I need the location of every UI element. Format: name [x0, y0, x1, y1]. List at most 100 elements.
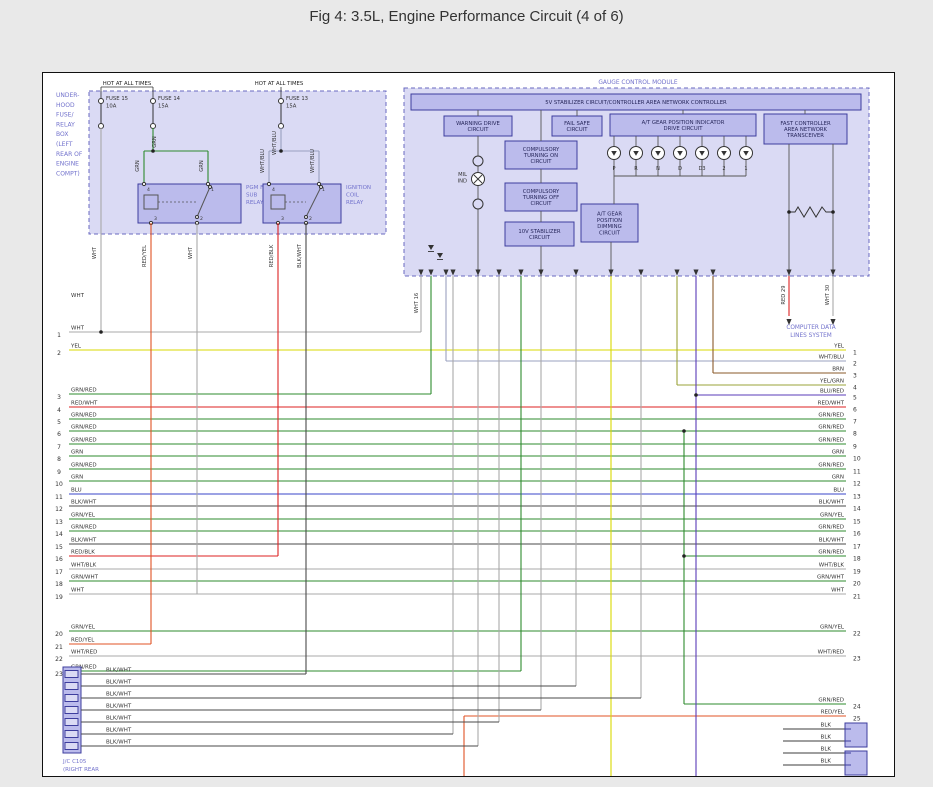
- right-pin-number: 15: [853, 519, 861, 526]
- left-pin-number: 5: [57, 419, 61, 426]
- relay-pin-number: 3: [154, 216, 157, 222]
- right-pin-number: 11: [853, 469, 861, 476]
- computer-data-lines-label: LINES SYSTEM: [790, 333, 832, 339]
- left-pin-number: 9: [57, 469, 61, 476]
- left-pin-number: 1: [57, 332, 61, 339]
- wire-label: GRN/RED: [71, 463, 97, 469]
- fusebox-title: HOOD: [56, 102, 75, 109]
- fuse-terminal-icon: [99, 124, 104, 129]
- relay-pin-number: 2: [309, 216, 312, 222]
- right-pin-number: 23: [853, 656, 861, 663]
- hot-at-all-times-label: HOT AT ALL TIMES: [103, 81, 152, 87]
- junction-dot: [831, 210, 835, 214]
- wire-label: GRN/YEL: [71, 513, 96, 519]
- fusebox-title: BOX: [56, 131, 68, 138]
- wire-label: RED/BLK: [71, 550, 95, 556]
- left-pin-number: 7: [57, 444, 61, 451]
- fuse-rating: 10A: [106, 104, 117, 110]
- wire-label: GRN/RED: [818, 550, 844, 556]
- wire-label: WHT/BLK: [71, 563, 97, 569]
- left-pin-number: 23: [55, 671, 63, 678]
- left-pin-number: 13: [55, 519, 63, 526]
- right-pin-number: 21: [853, 594, 861, 601]
- right-pin-number: 18: [853, 556, 861, 563]
- fast-controller-label: FAST CONTROLLER: [780, 121, 831, 127]
- fusebox-title: REAR OF: [56, 151, 83, 158]
- junction-dot: [682, 554, 686, 558]
- left-pin-number: 2: [57, 350, 61, 357]
- mil-ind-label: MIL: [458, 172, 467, 178]
- wire-label: BLK: [821, 747, 832, 753]
- wire-label: YEL/GRN: [819, 379, 844, 385]
- gear-position-label: 1: [744, 166, 747, 172]
- wire-label: WHT: [71, 588, 85, 594]
- wire-label: BLU: [833, 488, 844, 494]
- wire-label: WHT: [71, 293, 85, 299]
- right-pin-number: 14: [853, 506, 861, 513]
- fuse-terminal-icon: [151, 124, 156, 129]
- right-pin-number: 8: [853, 431, 857, 438]
- wire-label: BLK/WHT: [297, 243, 303, 268]
- compulsory-label: TURNING OFF: [522, 195, 559, 201]
- wire-label: RED/WHT: [71, 401, 98, 407]
- right-pin-number: 19: [853, 569, 861, 576]
- wire-label: GRN/WHT: [817, 575, 845, 581]
- module-pin-label: RED 29: [781, 285, 787, 304]
- relay-pin-icon: [206, 182, 209, 185]
- fusebox-title: RELAY: [56, 121, 75, 128]
- wire-label: GRN/RED: [71, 438, 97, 444]
- wire-label: RED/BLK: [269, 244, 275, 267]
- jc-connector-label: (RIGHT REAR: [63, 767, 99, 773]
- left-pin-number: 6: [57, 431, 61, 438]
- fail-safe-label: CIRCUIT: [566, 127, 588, 133]
- compulsory-label: CIRCUIT: [530, 159, 552, 165]
- wire-label: WHT: [831, 588, 845, 594]
- jc-connector-label: J/C C105: [62, 759, 87, 765]
- fuse-rating: 15A: [286, 104, 297, 110]
- wire-label: WHT/BLU: [819, 355, 844, 361]
- relay-pin-number: 2: [200, 216, 203, 222]
- a-t-gear-label: DIMMING: [597, 224, 621, 230]
- fuse-rating: 15A: [158, 104, 169, 110]
- wire-label: GRN/WHT: [71, 575, 99, 581]
- right-pin-number: 10: [853, 456, 861, 463]
- left-pin-number: 18: [55, 581, 63, 588]
- left-pin-number: 15: [55, 544, 63, 551]
- wire-label: GRN/RED: [818, 438, 844, 444]
- fusebox-title: (LEFT: [56, 141, 73, 148]
- junction-dot: [99, 330, 103, 334]
- left-pin-number: 3: [57, 394, 61, 401]
- wire-label: BLU/RED: [820, 389, 844, 395]
- right-pin-number: 6: [853, 407, 857, 414]
- wire-label: BLK/WHT: [71, 538, 97, 544]
- fast-controller-label: AREA NETWORK: [784, 127, 828, 133]
- a-t-gear-position-indicator-label: A/T GEAR POSITION INDICATOR: [642, 120, 725, 126]
- right-pin-number: 9: [853, 444, 857, 451]
- fusebox-title: FUSE/: [56, 112, 74, 119]
- right-pin-number: 20: [853, 581, 861, 588]
- junction-dot: [694, 393, 698, 397]
- module-pin-label: WHT 30: [825, 285, 831, 305]
- relay-pin-number: 1: [322, 187, 325, 193]
- wire-label: GRN: [71, 475, 83, 481]
- relay-contact-icon: [305, 216, 308, 219]
- wire-label: RED/YEL: [142, 245, 148, 267]
- wire-label: BLK/WHT: [106, 668, 132, 674]
- wire-label: GRN/RED: [818, 463, 844, 469]
- wire-label: GRN: [71, 450, 83, 456]
- a-t-gear-label: POSITION: [597, 218, 622, 224]
- wire-label: WHT: [71, 326, 85, 332]
- jc-pin: [65, 707, 78, 714]
- wire-label: WHT/BLK: [819, 563, 845, 569]
- relay-pin-number: 3: [281, 216, 284, 222]
- right-pin-number: 4: [853, 385, 857, 392]
- left-pin-number: 4: [57, 407, 61, 414]
- wire-label: WHT: [92, 246, 98, 259]
- ground-connector: [845, 723, 867, 747]
- module-pin-label: WHT 16: [414, 293, 420, 313]
- junction-dot: [151, 149, 155, 153]
- right-pin-number: 22: [853, 631, 861, 638]
- wire-label: GRN/RED: [818, 413, 844, 419]
- a-t-gear-label: CIRCUIT: [599, 230, 621, 236]
- relay-pin-number: 4: [147, 187, 150, 193]
